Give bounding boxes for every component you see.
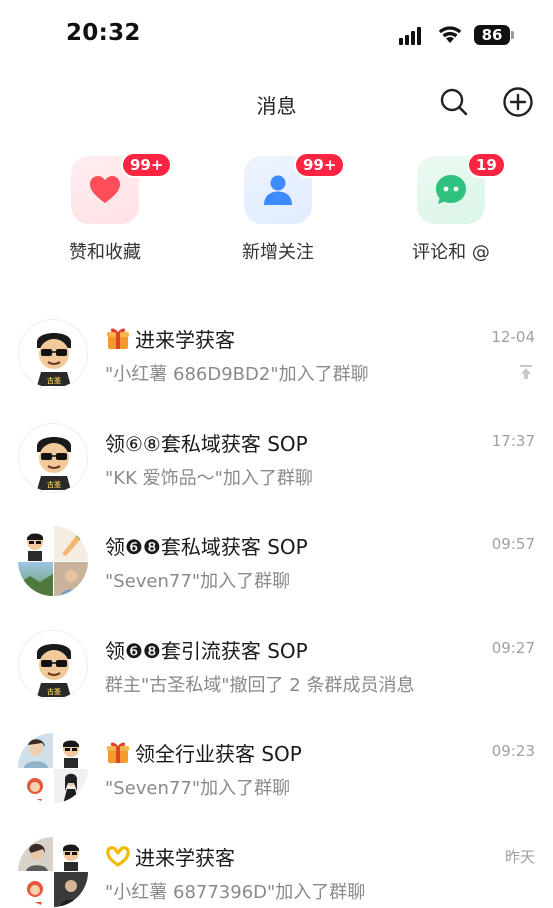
gift-icon <box>107 328 129 349</box>
conversation-list: 古圣 进来学获客 "小红薯 686D9BD2"加入了群聊 12-04 古圣 领⑥… <box>0 300 553 908</box>
avatar: 古圣 <box>18 319 88 389</box>
conversation-preview: "小红薯 6877396D"加入了群聊 <box>105 881 366 903</box>
shortcut-followers-label: 新增关注 <box>242 242 314 263</box>
conversation-time: 09:57 <box>491 535 535 553</box>
member-avatar <box>53 561 88 596</box>
conversation-row[interactable]: 古圣 进来学获客 "小红薯 686D9BD2"加入了群聊 12-04 <box>0 300 553 404</box>
status-bar: 20:32 86 <box>0 0 553 70</box>
conversation-title: 领❻❽套引流获客 SOP <box>105 638 308 663</box>
member-avatar <box>18 733 53 768</box>
cartoon-avatar-icon: 古圣 <box>19 630 87 699</box>
conversation-title: 领⑥⑧套私域获客 SOP <box>105 431 308 456</box>
shortcut-likes-icon-box: 99+ <box>71 152 173 224</box>
person-icon <box>264 175 292 205</box>
battery-tip <box>511 31 514 39</box>
shortcut-new-followers[interactable]: 99+ 新增关注 <box>208 152 348 264</box>
conversation-time: 17:37 <box>491 431 535 450</box>
conversation-time: 12-04 <box>491 328 535 346</box>
notification-shortcuts: 99+ 赞和收藏 99+ 新增关注 19 评论和 @ <box>0 152 553 272</box>
conversation-time: 09:27 <box>491 638 535 657</box>
conversation-preview: "Seven77"加入了群聊 <box>105 778 291 799</box>
pin-icon <box>520 365 532 379</box>
heart-icon <box>90 176 120 203</box>
member-avatar <box>53 836 88 871</box>
conversation-preview: 群主"古圣私域"撤回了 2 条群成员消息 <box>105 674 415 696</box>
conversation-title: 领❻❽套私域获客 SOP <box>105 535 308 559</box>
messages-header: 消息 <box>0 82 553 126</box>
conversation-preview: "Seven77"加入了群聊 <box>105 571 291 592</box>
conversation-title: 进来学获客 <box>105 324 235 353</box>
page-title: 消息 <box>256 94 297 118</box>
member-avatar <box>53 526 88 561</box>
avatar: 古圣 <box>18 629 88 700</box>
conversation-row[interactable]: 古圣 领⑥⑧套私域获客 SOP "KK 爱饰品～"加入了群聊 17:37 <box>0 404 553 508</box>
likes-badge: 99+ <box>121 152 173 178</box>
followers-badge: 99+ <box>294 152 346 178</box>
svg-text:古圣: 古圣 <box>47 480 62 489</box>
member-avatar <box>53 733 88 768</box>
shortcut-likes-and-collections[interactable]: 99+ 赞和收藏 <box>35 152 175 264</box>
cellular-signal-icon <box>399 27 425 45</box>
conversation-time: 昨天 <box>504 847 535 866</box>
conversation-preview: "KK 爱饰品～"加入了群聊 <box>105 467 313 489</box>
svg-text:古圣: 古圣 <box>47 687 62 696</box>
conversation-row[interactable]: 领全行业获客 SOP "Seven77"加入了群聊 09:23 <box>0 714 553 818</box>
shortcut-comments-icon-box: 19 <box>417 152 506 224</box>
search-icon[interactable] <box>438 86 470 118</box>
group-avatar <box>18 526 88 596</box>
shortcut-followers-icon-box: 99+ <box>244 152 346 224</box>
conversation-title: 进来学获客 <box>105 842 235 871</box>
group-avatar <box>18 733 88 803</box>
status-time: 20:32 <box>66 20 141 46</box>
conversation-row[interactable]: 领❻❽套私域获客 SOP "Seven77"加入了群聊 09:57 <box>0 507 553 611</box>
chat-bubble-icon <box>436 175 466 204</box>
member-avatar <box>18 561 53 596</box>
conversation-title-text: 领全行业获客 SOP <box>135 742 302 766</box>
gift-icon <box>107 742 129 763</box>
group-avatar <box>18 836 88 907</box>
member-avatar <box>53 768 88 803</box>
shortcut-comments-label: 评论和 @ <box>412 242 490 263</box>
wifi-icon <box>438 26 462 43</box>
comments-badge: 19 <box>467 152 506 178</box>
member-avatar <box>18 872 53 907</box>
battery-indicator: 86 <box>474 25 510 45</box>
svg-text:古圣: 古圣 <box>47 376 62 385</box>
conversation-title-text: 进来学获客 <box>135 845 235 870</box>
cartoon-avatar-icon: 古圣 <box>19 320 87 388</box>
conversation-title-text: 进来学获客 <box>135 328 235 352</box>
shortcut-likes-label: 赞和收藏 <box>69 242 141 263</box>
add-icon[interactable] <box>502 86 534 118</box>
heart-hands-icon <box>106 845 130 867</box>
member-avatar <box>18 836 53 871</box>
conversation-row[interactable]: 古圣 领❻❽套引流获客 SOP 群主"古圣私域"撤回了 2 条群成员消息 09:… <box>0 611 553 715</box>
conversation-time: 09:23 <box>491 742 535 760</box>
avatar: 古圣 <box>18 422 88 493</box>
member-avatar <box>18 768 53 803</box>
cartoon-avatar-icon: 古圣 <box>19 423 87 492</box>
shortcut-comments-and-mentions[interactable]: 19 评论和 @ <box>381 152 521 264</box>
member-avatar <box>53 872 88 907</box>
member-avatar <box>18 526 53 561</box>
conversation-title: 领全行业获客 SOP <box>105 738 302 767</box>
conversation-row[interactable]: 进来学获客 "小红薯 6877396D"加入了群聊 昨天 <box>0 818 553 908</box>
conversation-preview: "小红薯 686D9BD2"加入了群聊 <box>105 364 369 385</box>
